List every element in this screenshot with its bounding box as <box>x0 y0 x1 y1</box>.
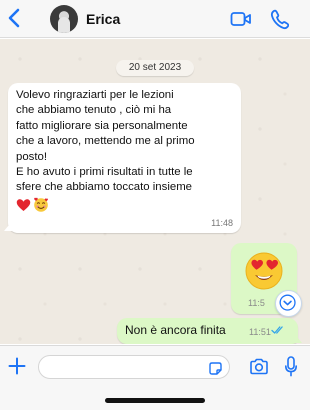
incoming-message-emojis <box>16 197 233 213</box>
phone-icon[interactable] <box>269 8 289 30</box>
chat-thread[interactable]: 20 set 2023 Volevo ringraziarti per le l… <box>0 39 310 344</box>
read-check-icon <box>271 326 283 334</box>
avatar[interactable] <box>50 5 78 33</box>
home-indicator <box>105 398 205 403</box>
plus-icon[interactable] <box>8 357 26 375</box>
message-input[interactable] <box>38 355 230 379</box>
smiling-face-with-hearts-emoji <box>34 197 48 212</box>
scroll-down-button[interactable] <box>275 290 302 317</box>
outgoing-message-time: 11:51 <box>249 327 271 337</box>
incoming-message-time: 11:48 <box>211 218 233 228</box>
incoming-message-bubble[interactable]: Volevo ringraziarti per le lezioni che a… <box>8 83 241 233</box>
outgoing-emoji-time: 11:5 <box>248 298 265 308</box>
chat-header: Erica <box>0 0 310 38</box>
scroll-down-icon <box>279 294 296 311</box>
sticker-icon[interactable] <box>208 361 223 376</box>
back-icon[interactable] <box>6 7 22 29</box>
video-call-icon[interactable] <box>230 10 252 28</box>
heart-eyes-emoji <box>245 252 283 290</box>
heart-emoji <box>16 199 31 211</box>
contact-name[interactable]: Erica <box>86 11 120 27</box>
outgoing-text-bubble[interactable]: Non è ancora finita 11:51 <box>117 318 298 344</box>
microphone-icon[interactable] <box>284 356 298 377</box>
incoming-message-text: Volevo ringraziarti per le lezioni che a… <box>16 89 195 194</box>
date-divider: 20 set 2023 <box>116 60 194 76</box>
camera-icon[interactable] <box>249 358 269 375</box>
message-composer <box>0 345 310 410</box>
outgoing-message-text: Non è ancora finita <box>125 323 226 337</box>
